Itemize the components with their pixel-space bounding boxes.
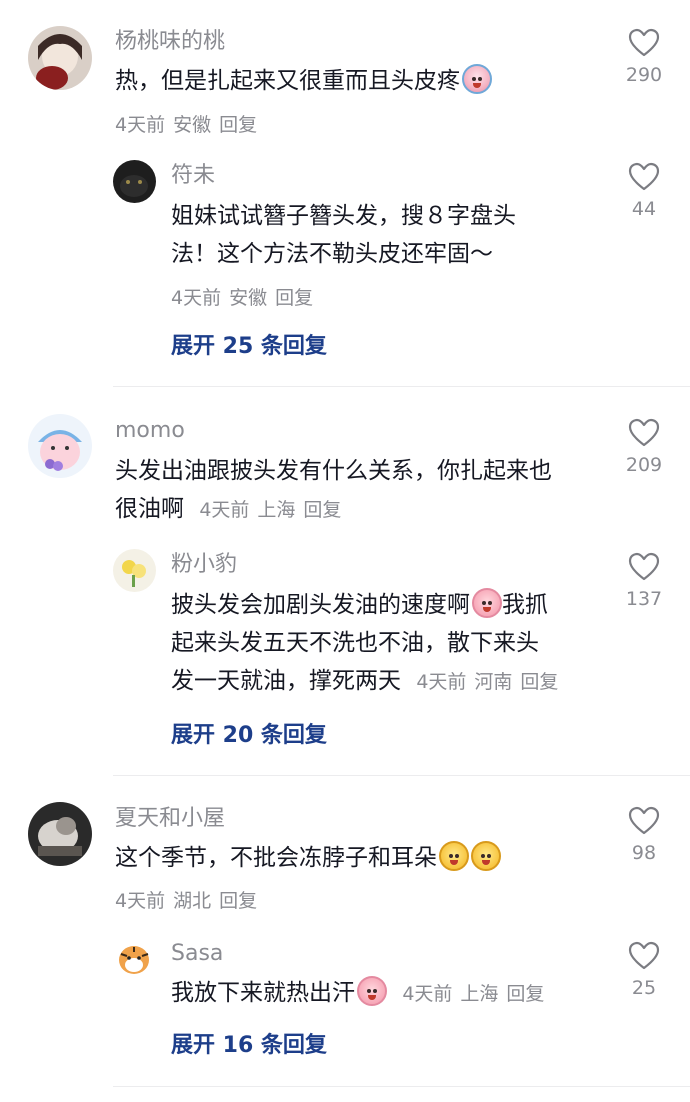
reply-button[interactable]: 回复 — [303, 499, 341, 521]
comment-text: 这个季节，不批会冻脖子和耳朵 — [115, 839, 501, 877]
comment-meta: 4天前 上海 回复 — [199, 499, 349, 521]
comment-location: 湖北 — [173, 890, 212, 912]
commenter-name[interactable]: momo — [115, 417, 185, 445]
reply-text: 披头发会加剧头发油的速度啊 我抓 起来头发五天不洗也不油，散下来头 发一天就油，撑… — [171, 586, 566, 701]
like-count: 137 — [625, 588, 663, 610]
reply-button[interactable]: 回复 — [275, 287, 313, 309]
reply-date: 4天前 — [402, 983, 453, 1005]
pig-emoji-icon — [357, 976, 387, 1006]
like-count: 25 — [631, 977, 657, 999]
comment-location: 上海 — [257, 499, 296, 521]
reply-meta: 4天前 河南 回复 — [416, 671, 566, 693]
comment-date: 4天前 — [199, 499, 250, 521]
expand-replies-button[interactable]: 展开 16 条回复 — [171, 1027, 327, 1059]
reply-button[interactable]: 回复 — [520, 671, 558, 693]
avatar[interactable] — [113, 160, 156, 203]
comment-date: 4天前 — [115, 890, 166, 912]
expand-replies-button[interactable]: 展开 25 条回复 — [171, 328, 327, 360]
heart-icon — [628, 418, 660, 447]
commenter-name[interactable]: 夏天和小屋 — [115, 805, 225, 833]
pig-emoji-icon — [472, 588, 502, 618]
like-count: 209 — [625, 454, 663, 476]
like-count: 98 — [631, 842, 657, 864]
avatar[interactable] — [28, 802, 92, 866]
chick-emoji-icon — [471, 841, 501, 871]
replier-name[interactable]: 符未 — [171, 162, 215, 190]
heart-icon — [628, 941, 660, 970]
like-button[interactable]: 44 — [616, 162, 672, 220]
crying-emoji-icon — [462, 64, 492, 94]
heart-icon — [628, 806, 660, 835]
comment-location: 安徽 — [173, 114, 212, 136]
replier-name[interactable]: 粉小豹 — [171, 551, 237, 579]
reply-date: 4天前 — [416, 671, 467, 693]
reply-date: 4天前 — [171, 287, 222, 309]
replier-name[interactable]: Sasa — [171, 940, 223, 968]
comment-date: 4天前 — [115, 114, 166, 136]
avatar[interactable] — [28, 414, 92, 478]
reply-text: 姐妹试试簪子簪头发，搜８字盘头 法！这个方法不勒头皮还牢固～ — [171, 203, 516, 267]
reply-meta: 4天前 安徽 回复 — [171, 283, 321, 310]
like-count: 44 — [631, 198, 657, 220]
like-button[interactable]: 137 — [616, 552, 672, 610]
comment-meta: 4天前 湖北 回复 — [115, 886, 265, 913]
like-button[interactable]: 290 — [616, 28, 672, 86]
reply-location: 河南 — [474, 671, 513, 693]
heart-icon — [628, 552, 660, 581]
expand-replies-button[interactable]: 展开 20 条回复 — [171, 717, 327, 749]
comment-meta: 4天前 安徽 回复 — [115, 110, 265, 137]
comment-text: 热，但是扎起来又很重而且头皮疼 — [115, 62, 492, 100]
reply-text: 我放下来就热出汗 4天前 上海 回复 — [171, 974, 552, 1013]
reply-meta: 4天前 上海 回复 — [402, 983, 552, 1005]
like-button[interactable]: 98 — [616, 806, 672, 864]
reply-button[interactable]: 回复 — [219, 890, 257, 912]
comment-text: 头发出油跟披头发有什么关系，你扎起来也 很油啊 4天前 上海 回复 — [115, 458, 552, 522]
avatar[interactable] — [113, 549, 156, 592]
chick-emoji-icon — [439, 841, 469, 871]
heart-icon — [628, 28, 660, 57]
divider — [113, 775, 690, 776]
divider — [113, 386, 690, 387]
heart-icon — [628, 162, 660, 191]
like-count: 290 — [625, 64, 663, 86]
avatar[interactable] — [113, 938, 156, 981]
like-button[interactable]: 25 — [616, 941, 672, 999]
reply-button[interactable]: 回复 — [219, 114, 257, 136]
reply-location: 安徽 — [229, 287, 268, 309]
avatar[interactable] — [28, 26, 92, 90]
divider — [113, 1086, 690, 1087]
like-button[interactable]: 209 — [616, 418, 672, 476]
commenter-name[interactable]: 杨桃味的桃 — [115, 28, 225, 56]
reply-button[interactable]: 回复 — [506, 983, 544, 1005]
reply-location: 上海 — [460, 983, 499, 1005]
